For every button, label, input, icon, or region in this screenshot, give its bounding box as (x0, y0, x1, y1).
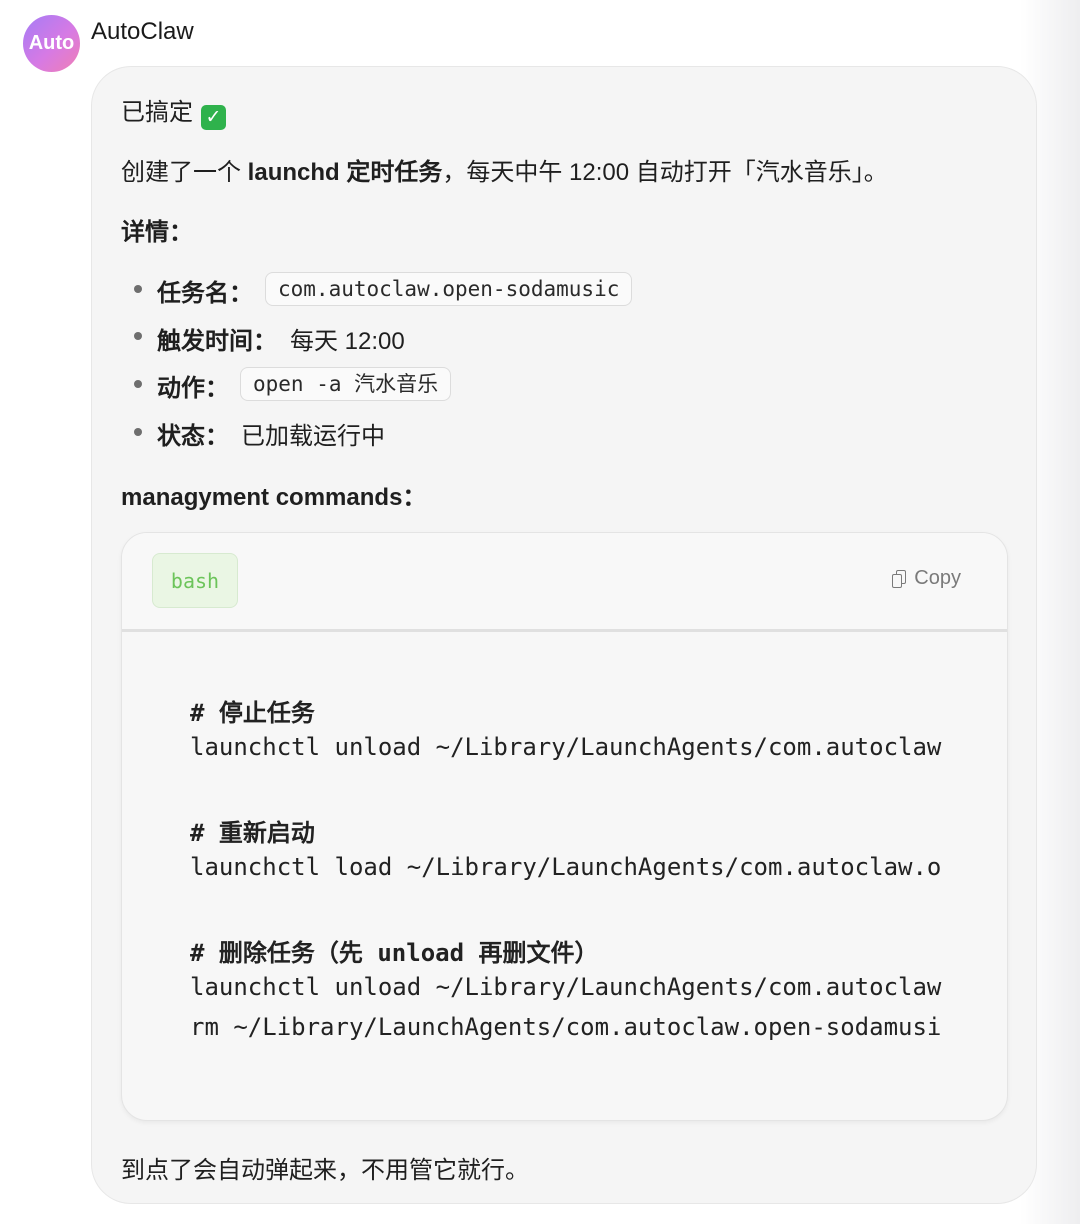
code-line: launchctl unload ~/Library/LaunchAgents/… (190, 973, 942, 1001)
status-line: 已搞定 ✓ (121, 92, 226, 130)
code-line: # 停止任务 (190, 699, 315, 727)
copy-button[interactable]: Copy (892, 567, 961, 590)
detail-label-task-name: 任务名： (157, 280, 253, 307)
code-line: launchctl load ~/Library/LaunchAgents/co… (190, 853, 942, 881)
bullet-icon (134, 428, 142, 436)
check-mark-button-icon: ✓ (201, 105, 226, 130)
bullet-icon (134, 380, 142, 388)
intro-suffix: ，每天中午 12:00 自动打开「汽水音乐」。 (442, 159, 888, 186)
detail-value-trigger-time: 每天 12:00 (290, 328, 405, 355)
intro-bold: launchd 定时任务 (247, 159, 443, 186)
chat-page: Auto AutoClaw 已搞定 ✓ 创建了一个 launchd 定时任务，每天… (0, 0, 1080, 1224)
avatar[interactable]: Auto (23, 15, 80, 72)
commands-heading: managyment commands： (121, 477, 426, 512)
code-block: bash Copy # 停止任务 launchctl unload ~/Libr… (121, 532, 1008, 1121)
copy-icon (892, 569, 907, 588)
intro-prefix: 创建了一个 (121, 159, 248, 186)
copy-label: Copy (914, 567, 961, 589)
code-body[interactable]: # 停止任务 launchctl unload ~/Library/Launch… (190, 633, 968, 1093)
code-line: rm ~/Library/LaunchAgents/com.autoclaw.o… (190, 1013, 942, 1041)
code-line: launchctl unload ~/Library/LaunchAgents/… (190, 733, 942, 761)
detail-value-status: 已加载运行中 (241, 423, 385, 450)
sender-name: AutoClaw (91, 18, 194, 45)
code-language-badge: bash (152, 553, 238, 608)
avatar-label: Auto (28, 32, 75, 54)
bullet-icon (134, 332, 142, 340)
detail-value-action: open -a 汽水音乐 (240, 367, 452, 401)
details-heading: 详情： (121, 219, 193, 246)
footer-message: 到点了会自动弹起来，不用管它就行。 (121, 1157, 529, 1184)
code-line: # 重新启动 (190, 819, 315, 847)
code-block-header: bash Copy (122, 533, 1007, 632)
detail-label-action: 动作： (157, 375, 229, 402)
detail-label-trigger-time: 触发时间： (157, 328, 277, 355)
bullet-icon (134, 285, 142, 293)
commands-heading-text: managyment commands： (121, 484, 427, 511)
detail-label-status: 状态： (157, 423, 229, 450)
intro-line: 创建了一个 launchd 定时任务，每天中午 12:00 自动打开「汽水音乐」… (121, 152, 888, 187)
status-text: 已搞定 (121, 99, 193, 126)
code-line: # 删除任务（先 unload 再删文件） (190, 939, 599, 967)
detail-value-task-name: com.autoclaw.open-sodamusic (265, 272, 633, 306)
